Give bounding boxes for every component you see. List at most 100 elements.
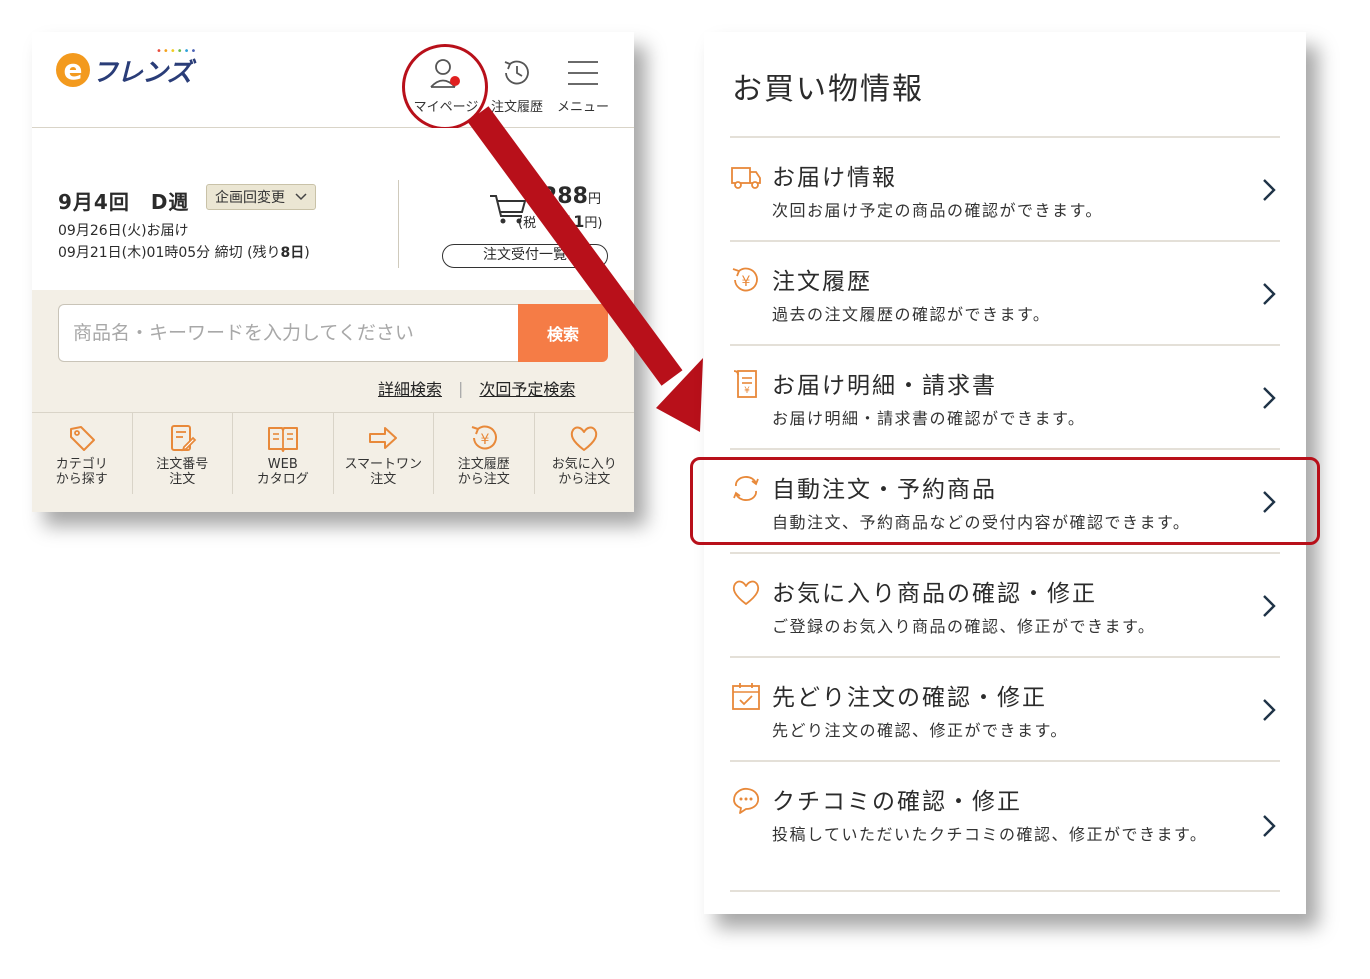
link-separator: | <box>458 378 464 398</box>
plan-change-select[interactable]: 企画回変更 <box>206 184 316 210</box>
menu-item-desc: 先どり注文の確認、修正ができます。 <box>772 721 1068 740</box>
deadline-days: 8日 <box>280 245 305 261</box>
quick-nav-label-2: 注文 <box>169 472 196 487</box>
menu-item-statement-invoice[interactable]: ¥ お届け明細・請求書 お届け明細・請求書の確認ができます。 <box>730 346 1280 450</box>
delivery-date: 09月26日(火)お届け <box>58 223 189 239</box>
chevron-right-icon <box>1263 387 1276 409</box>
chevron-right-icon <box>1263 699 1276 721</box>
heart-icon <box>732 580 760 605</box>
menu-item-title: クチコミの確認・修正 <box>772 789 1022 815</box>
efriends-logo[interactable]: e フレンズ •••••• <box>56 46 196 90</box>
heart-icon <box>571 426 598 451</box>
cart-tax-prefix: (税 <box>518 216 537 231</box>
menu-item-desc: ご登録のお気入り商品の確認、修正ができます。 <box>772 617 1156 636</box>
quick-nav-web-catalog[interactable]: WEB カタログ <box>233 413 334 494</box>
shopping-info-panel: お買い物情報 お届け情報 次回お届け予定の商品の確認ができます。 ¥ 注文履歴 … <box>704 32 1306 914</box>
cart-total: 288円 <box>542 184 601 209</box>
quick-nav-label-2: から探す <box>55 472 108 487</box>
chevron-right-icon <box>1263 491 1276 513</box>
quick-nav-label-2: から注文 <box>558 472 611 487</box>
logo-e-mark: e <box>56 53 90 87</box>
quick-nav-label-2: 注文 <box>370 472 397 487</box>
mypage-highlight-circle <box>402 44 488 130</box>
menu-item-desc: お届け明細・請求書の確認ができます。 <box>772 409 1086 428</box>
quick-nav-label-1: 注文履歴 <box>457 457 510 472</box>
detail-search-link[interactable]: 詳細検索 <box>378 376 442 400</box>
menu-button[interactable]: メニュー <box>552 56 614 115</box>
yen-history-icon: ¥ <box>732 267 758 292</box>
svg-text:¥: ¥ <box>742 274 751 290</box>
order-accept-list-button[interactable]: 注文受付一覧 <box>442 244 608 268</box>
search-links: 詳細検索 | 次回予定検索 <box>378 376 575 400</box>
next-schedule-search-link[interactable]: 次回予定検索 <box>479 376 575 400</box>
menu-item-title: お届け明細・請求書 <box>772 373 997 399</box>
chevron-right-icon <box>1263 179 1276 201</box>
hamburger-icon <box>568 61 598 85</box>
menu-label: メニュー <box>556 100 609 115</box>
quick-nav-label-1: お気に入り <box>551 457 617 472</box>
quick-nav-order-history[interactable]: ¥ 注文履歴 から注文 <box>434 413 535 494</box>
search-input[interactable] <box>58 304 520 362</box>
menu-item-advance-order[interactable]: 先どり注文の確認・修正 先どり注文の確認、修正ができます。 <box>730 658 1280 762</box>
chevron-down-icon <box>295 193 307 201</box>
menu-item-order-history[interactable]: ¥ 注文履歴 過去の注文履歴の確認ができます。 <box>730 242 1280 346</box>
tag-icon <box>69 426 95 451</box>
arrow-right-icon <box>369 427 398 449</box>
quick-nav-label-1: カテゴリ <box>55 457 108 472</box>
menu-item-desc: 自動注文、予約商品などの受付内容が確認できます。 <box>772 513 1191 532</box>
quick-nav: カテゴリ から探す 注文番号 注文 WEB カタログ スマートワン 注文 ¥ 注… <box>32 412 634 494</box>
order-number-icon <box>171 425 197 452</box>
chevron-right-icon <box>1263 283 1276 305</box>
menu-item-title: お届け情報 <box>772 165 897 191</box>
menu-item-desc: 過去の注文履歴の確認ができます。 <box>772 305 1051 324</box>
order-deadline: 09月21日(木)01時05分 締切 (残り8日) <box>58 242 310 262</box>
week-info: 9月4回 D週 企画回変更 09月26日(火)お届け 09月21日(木)01時0… <box>32 128 634 290</box>
review-icon <box>733 787 760 814</box>
menu-item-title: 注文履歴 <box>772 269 872 295</box>
app-header: e フレンズ •••••• マイページ 注文履歴 メニュー <box>32 32 634 130</box>
search-button[interactable]: 検索 <box>518 304 608 362</box>
deadline-suffix: ) <box>304 245 310 261</box>
menu-item-auto-order-reservation[interactable]: 自動注文・予約商品 自動注文、予約商品などの受付内容が確認できます。 <box>730 450 1280 554</box>
menu-item-delivery-info[interactable]: お届け情報 次回お届け予定の商品の確認ができます。 <box>730 138 1280 242</box>
quick-nav-category[interactable]: カテゴリ から探す <box>32 413 133 494</box>
menu-item-desc: 次回お届け予定の商品の確認ができます。 <box>772 201 1103 220</box>
plan-change-label: 企画回変更 <box>215 190 285 206</box>
calendar-icon <box>732 683 760 710</box>
quick-nav-label-1: スマートワン <box>344 457 423 472</box>
menu-item-title: 先どり注文の確認・修正 <box>772 685 1047 711</box>
menu-item-desc: 投稿していただいたクチコミの確認、修正ができます。 <box>772 825 1208 844</box>
svg-text:¥: ¥ <box>744 386 750 396</box>
repeat-icon <box>733 476 759 501</box>
cart-amount-yen: 円 <box>587 192 601 207</box>
search-bar: 検索 <box>58 304 608 362</box>
quick-nav-favorites[interactable]: お気に入り から注文 <box>535 413 635 494</box>
receipt-icon: ¥ <box>733 370 757 398</box>
chevron-right-icon <box>1263 595 1276 617</box>
deadline-prefix: 09月21日(木)01時05分 締切 (残り <box>58 245 281 261</box>
cart-tax-value: 11 <box>562 212 585 231</box>
menu-item-favorites[interactable]: お気に入り商品の確認・修正 ご登録のお気入り商品の確認、修正ができます。 <box>730 554 1280 658</box>
quick-nav-label-2: から注文 <box>457 472 510 487</box>
svg-text:¥: ¥ <box>480 432 489 448</box>
week-title: 9月4回 D週 <box>58 190 190 214</box>
quick-nav-smart-one[interactable]: スマートワン 注文 <box>334 413 434 494</box>
menu-item-title: 自動注文・予約商品 <box>772 477 997 503</box>
cart-amount-value: 288 <box>542 184 588 209</box>
app-header-screenshot: e フレンズ •••••• マイページ 注文履歴 メニュー 9月4回 D週 企画… <box>32 32 634 512</box>
cart-tax: (税 11円) <box>518 212 602 231</box>
logo-text: フレンズ <box>92 57 192 88</box>
cart-tax-suffix: 円) <box>584 216 603 231</box>
logo-dots-icon: •••••• <box>156 46 198 57</box>
order-history-button[interactable]: 注文履歴 <box>484 56 550 115</box>
truck-icon <box>731 167 761 189</box>
yen-history-icon: ¥ <box>471 425 497 450</box>
quick-nav-label-2: カタログ <box>256 472 309 487</box>
page-title: お買い物情報 <box>732 72 924 107</box>
clock-history-icon <box>504 60 529 85</box>
menu-item-title: お気に入り商品の確認・修正 <box>772 581 1097 607</box>
menu-item-reviews[interactable]: クチコミの確認・修正 投稿していただいたクチコミの確認、修正ができます。 <box>730 762 1280 892</box>
quick-nav-label-1: 注文番号 <box>156 457 209 472</box>
quick-nav-order-number[interactable]: 注文番号 注文 <box>133 413 233 494</box>
week-divider <box>398 180 399 268</box>
